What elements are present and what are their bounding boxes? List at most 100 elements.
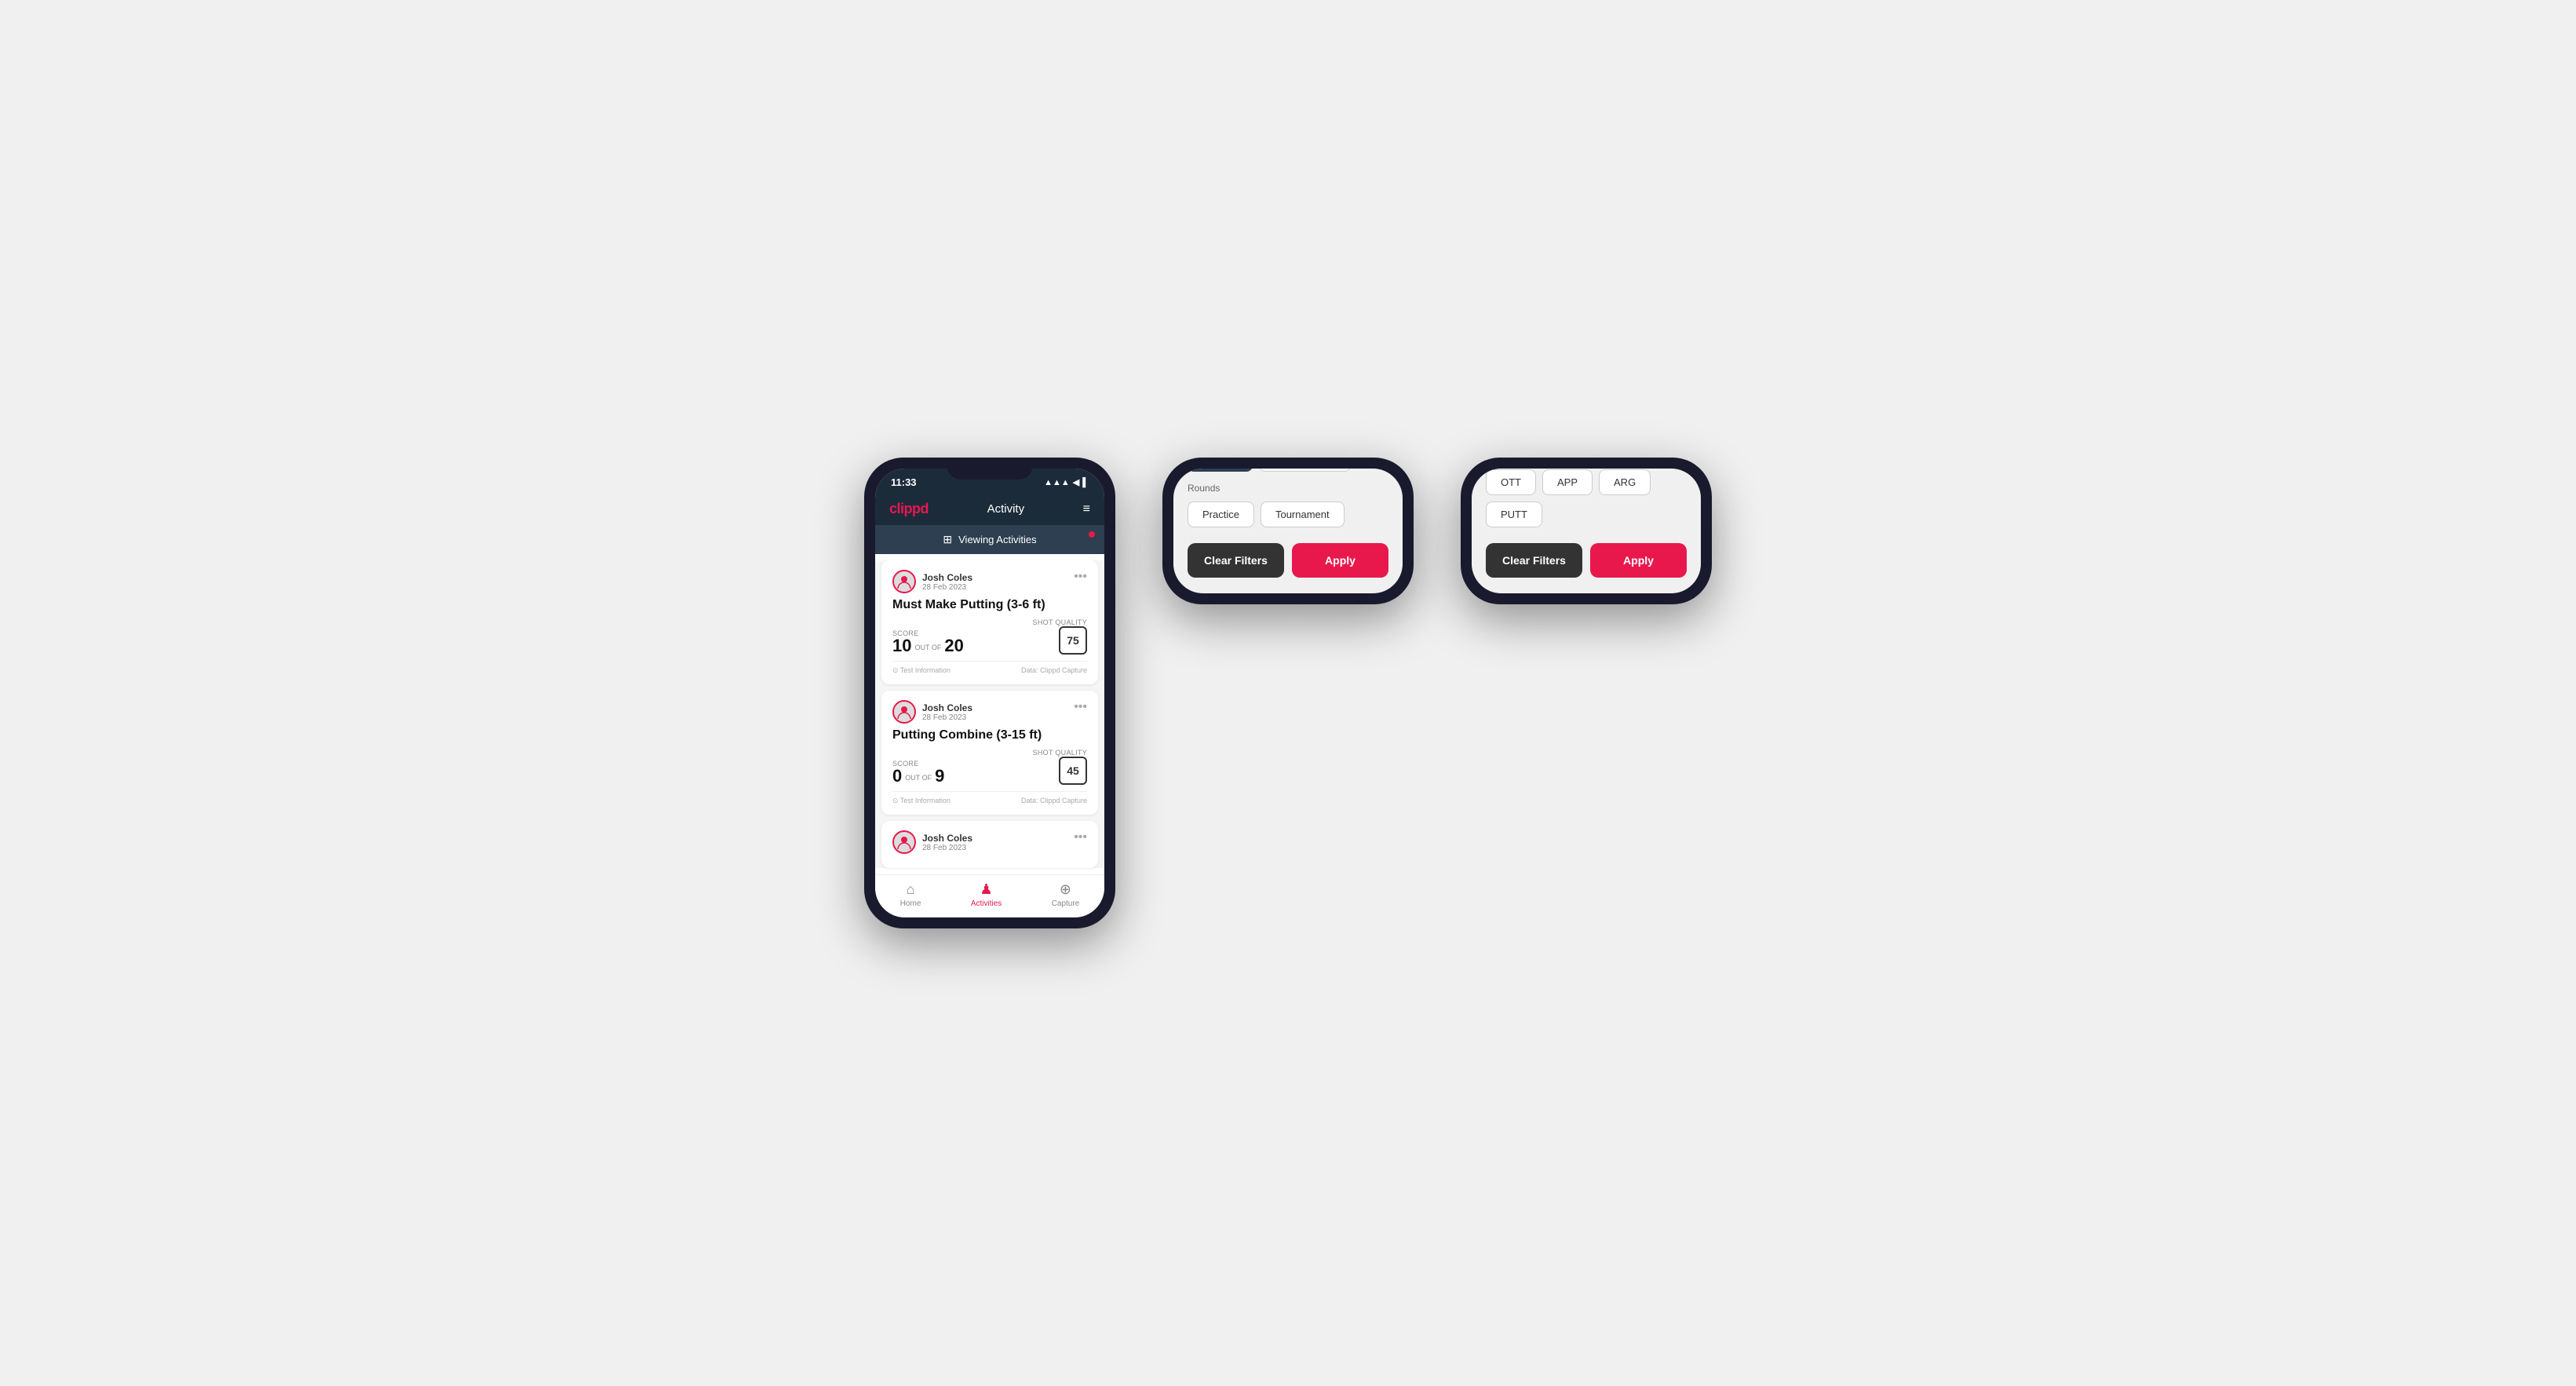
user-name-2: Josh Coles xyxy=(922,702,972,713)
filter-section-drills-3: Practice Drills OTT APP ARG PUTT xyxy=(1472,469,1701,527)
shot-quality-badge-2: 45 xyxy=(1059,757,1087,785)
wifi-icon: ◀ xyxy=(1073,477,1079,487)
home-icon-1: ⌂ xyxy=(907,881,915,898)
activity-card-1: Josh Coles 28 Feb 2023 ••• Must Make Put… xyxy=(881,560,1098,684)
activity-card-2: Josh Coles 28 Feb 2023 ••• Putting Combi… xyxy=(881,691,1098,815)
user-info-2: Josh Coles 28 Feb 2023 xyxy=(892,700,972,724)
more-icon-2[interactable]: ••• xyxy=(1074,700,1087,714)
outof-2: OUT OF xyxy=(905,774,932,785)
stat-group-score-1: Score 10 OUT OF 20 xyxy=(892,629,964,655)
activity-list-1: Josh Coles 28 Feb 2023 ••• Must Make Put… xyxy=(875,560,1104,868)
score-value-1: 10 xyxy=(892,637,911,655)
card-footer-1: ⊙ Test Information Data: Clippd Capture xyxy=(892,661,1087,675)
phones-container: 11:33 ▲▲▲ ◀ ▌ clippd Activity ≡ ⊞ Viewin… xyxy=(864,458,1712,928)
filter-section-rounds-2: Rounds Practice Tournament xyxy=(1173,472,1403,527)
phone-2-screen: 11:33 ▲▲▲ ◀ ▌ clippd Activity ≡ ⊞ Viewin… xyxy=(1173,469,1403,593)
header-title-1: Activity xyxy=(987,502,1025,516)
card-header-3: Josh Coles 28 Feb 2023 ••• xyxy=(892,830,1087,854)
user-date-3: 28 Feb 2023 xyxy=(922,844,972,852)
rounds-label-2: Rounds xyxy=(1188,483,1388,494)
filter-overlay-2: Filter ✕ Show Rounds Practice Drills Rou… xyxy=(1173,469,1403,593)
rounds-toggle-group-2: Practice Tournament xyxy=(1188,502,1388,527)
shot-quality-badge-1: 75 xyxy=(1059,626,1087,655)
user-meta-2: Josh Coles 28 Feb 2023 xyxy=(922,702,972,722)
viewing-bar-text-1: Viewing Activities xyxy=(958,534,1036,545)
user-name-3: Josh Coles xyxy=(922,833,972,844)
drill-ott-btn-3[interactable]: OTT xyxy=(1486,469,1536,495)
card-header-1: Josh Coles 28 Feb 2023 ••• xyxy=(892,570,1087,593)
user-meta-1: Josh Coles 28 Feb 2023 xyxy=(922,572,972,592)
filter-sheet-2: Filter ✕ Show Rounds Practice Drills Rou… xyxy=(1173,469,1403,593)
stats-row-2: Score 0 OUT OF 9 Shot Quality 45 xyxy=(892,749,1087,785)
stat-group-score-2: Score 0 OUT OF 9 xyxy=(892,760,944,785)
signal-icon: ▲▲▲ xyxy=(1044,478,1070,487)
total-value-2: 9 xyxy=(935,768,944,785)
time-1: 11:33 xyxy=(891,476,917,488)
nav-home-1[interactable]: ⌂ Home xyxy=(900,881,921,908)
phone-1-screen: 11:33 ▲▲▲ ◀ ▌ clippd Activity ≡ ⊞ Viewin… xyxy=(875,469,1104,917)
filter-actions-3: Clear Filters Apply xyxy=(1472,527,1701,578)
user-date-2: 28 Feb 2023 xyxy=(922,713,972,722)
activity-title-2: Putting Combine (3-15 ft) xyxy=(892,728,1087,742)
user-meta-3: Josh Coles 28 Feb 2023 xyxy=(922,833,972,852)
filter-icon-1: ⊞ xyxy=(943,533,952,546)
shot-quality-label-2: Shot Quality xyxy=(1033,749,1087,757)
more-icon-3[interactable]: ••• xyxy=(1074,830,1087,844)
nav-activities-1[interactable]: ♟ Activities xyxy=(971,881,1002,908)
battery-icon: ▌ xyxy=(1082,478,1089,487)
app-header-1: clippd Activity ≡ xyxy=(875,493,1104,525)
status-icons-1: ▲▲▲ ◀ ▌ xyxy=(1044,477,1089,487)
more-icon-1[interactable]: ••• xyxy=(1074,570,1087,584)
rounds-tournament-btn-2[interactable]: Tournament xyxy=(1261,502,1345,527)
clear-filters-btn-2[interactable]: Clear Filters xyxy=(1188,543,1284,578)
phone-3: 11:33 ▲▲▲ ◀ ▌ clippd Activity ≡ ⊞ Viewin… xyxy=(1461,458,1712,604)
shot-quality-label-1: Shot Quality xyxy=(1033,618,1087,626)
clear-filters-btn-3[interactable]: Clear Filters xyxy=(1486,543,1582,578)
bottom-nav-1: ⌂ Home ♟ Activities ⊕ Capture xyxy=(875,874,1104,917)
avatar-1 xyxy=(892,570,916,593)
outof-1: OUT OF xyxy=(914,644,941,655)
card-footer-2: ⊙ Test Information Data: Clippd Capture xyxy=(892,791,1087,805)
logo-1: clippd xyxy=(889,501,929,517)
user-info-1: Josh Coles 28 Feb 2023 xyxy=(892,570,972,593)
user-date-1: 28 Feb 2023 xyxy=(922,583,972,592)
capture-label-1: Capture xyxy=(1052,899,1080,908)
filter-sheet-3: Filter ✕ Show Rounds Practice Drills Pra… xyxy=(1472,469,1701,593)
apply-btn-2[interactable]: Apply xyxy=(1292,543,1388,578)
footer-right-2: Data: Clippd Capture xyxy=(1021,797,1087,805)
footer-right-1: Data: Clippd Capture xyxy=(1021,666,1087,675)
score-value-2: 0 xyxy=(892,768,902,785)
phone-1: 11:33 ▲▲▲ ◀ ▌ clippd Activity ≡ ⊞ Viewin… xyxy=(864,458,1115,928)
drills-toggle-group-3: OTT APP ARG PUTT xyxy=(1486,469,1687,527)
show-practice-drills-btn-2[interactable]: Practice Drills xyxy=(1259,469,1351,472)
filter-overlay-3: Filter ✕ Show Rounds Practice Drills Pra… xyxy=(1472,469,1701,593)
phone-2: 11:33 ▲▲▲ ◀ ▌ clippd Activity ≡ ⊞ Viewin… xyxy=(1162,458,1414,604)
red-dot-1 xyxy=(1089,531,1095,538)
nav-capture-1[interactable]: ⊕ Capture xyxy=(1052,881,1080,908)
show-rounds-btn-2[interactable]: Rounds xyxy=(1188,469,1253,472)
user-name-1: Josh Coles xyxy=(922,572,972,583)
stats-row-1: Score 10 OUT OF 20 Shot Quality 75 xyxy=(892,618,1087,655)
capture-icon-1: ⊕ xyxy=(1060,881,1071,898)
drill-app-btn-3[interactable]: APP xyxy=(1542,469,1593,495)
apply-btn-3[interactable]: Apply xyxy=(1590,543,1687,578)
user-info-3: Josh Coles 28 Feb 2023 xyxy=(892,830,972,854)
menu-icon-1[interactable]: ≡ xyxy=(1083,502,1090,516)
activity-title-1: Must Make Putting (3-6 ft) xyxy=(892,598,1087,612)
activities-label-1: Activities xyxy=(971,899,1002,908)
activities-icon-1: ♟ xyxy=(980,881,992,898)
drill-arg-btn-3[interactable]: ARG xyxy=(1599,469,1651,495)
avatar-2 xyxy=(892,700,916,724)
notch-1 xyxy=(947,458,1033,480)
rounds-practice-btn-2[interactable]: Practice xyxy=(1188,502,1254,527)
viewing-bar-1[interactable]: ⊞ Viewing Activities xyxy=(875,525,1104,554)
total-value-1: 20 xyxy=(944,637,963,655)
card-header-2: Josh Coles 28 Feb 2023 ••• xyxy=(892,700,1087,724)
phone-3-screen: 11:33 ▲▲▲ ◀ ▌ clippd Activity ≡ ⊞ Viewin… xyxy=(1472,469,1701,593)
avatar-3 xyxy=(892,830,916,854)
home-label-1: Home xyxy=(900,899,921,908)
footer-left-1: ⊙ Test Information xyxy=(892,666,950,675)
filter-actions-2: Clear Filters Apply xyxy=(1173,527,1403,578)
drill-putt-btn-3[interactable]: PUTT xyxy=(1486,502,1542,527)
footer-left-2: ⊙ Test Information xyxy=(892,797,950,805)
